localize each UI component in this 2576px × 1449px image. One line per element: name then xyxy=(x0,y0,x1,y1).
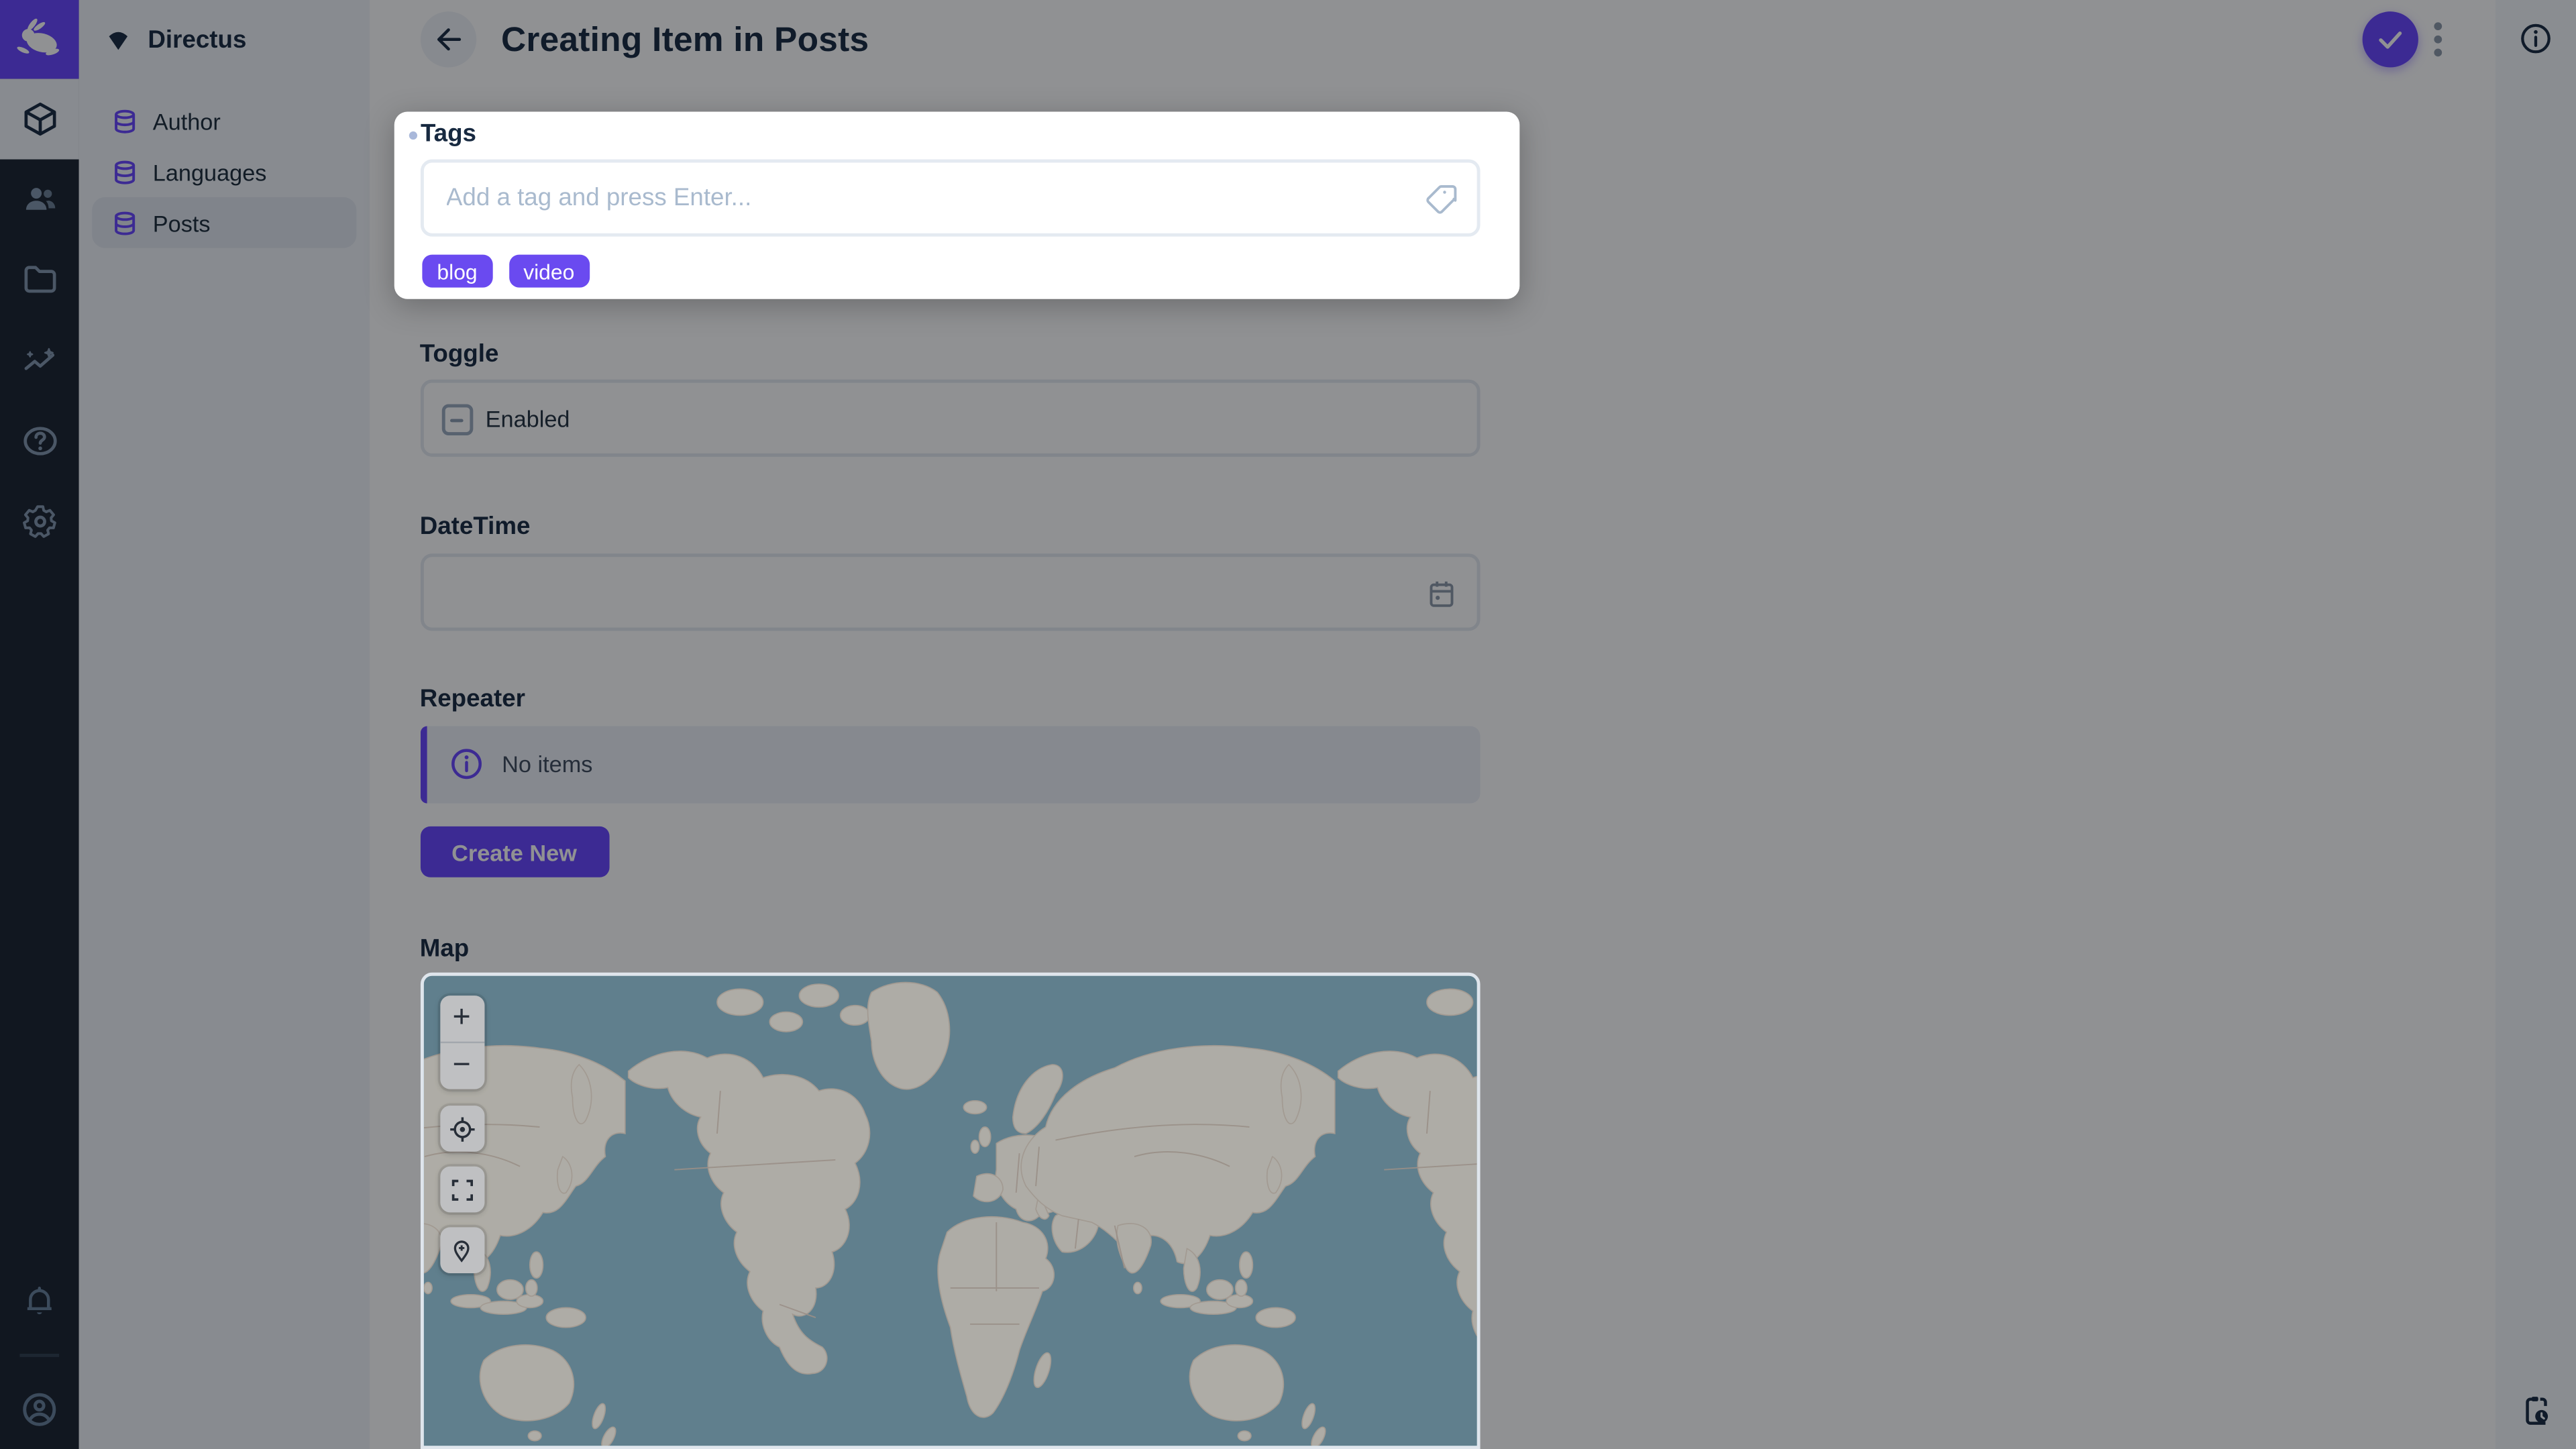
tag-icon xyxy=(1425,182,1458,215)
tag-chip[interactable]: video xyxy=(508,255,589,288)
marker-pin-icon xyxy=(449,1237,475,1263)
map-zoom-in-button[interactable]: + xyxy=(439,996,484,1042)
add-marker-button[interactable] xyxy=(439,1227,484,1273)
fullscreen-icon xyxy=(449,1177,474,1202)
map-zoom-controls: + − xyxy=(439,996,484,1089)
map-fullscreen-control xyxy=(439,1167,484,1213)
tags-field-label: Tags xyxy=(421,120,476,148)
geolocate-button[interactable] xyxy=(439,1106,484,1152)
tags-input[interactable] xyxy=(446,162,1399,233)
map-geolocate-control xyxy=(439,1106,484,1152)
tags-field-card: Tags blog video xyxy=(394,112,1520,299)
map-zoom-out-button[interactable]: − xyxy=(439,1043,484,1089)
geolocate-icon xyxy=(447,1115,476,1143)
map-add-marker-control xyxy=(439,1227,484,1273)
map-widget[interactable]: + − xyxy=(420,973,1480,1449)
required-indicator-dot xyxy=(409,131,417,140)
world-map-canvas[interactable] xyxy=(423,976,1480,1449)
tags-input-box xyxy=(420,160,1480,237)
fullscreen-button[interactable] xyxy=(439,1167,484,1213)
tag-chip[interactable]: blog xyxy=(422,255,492,288)
minus-icon: − xyxy=(453,1049,471,1081)
app-window: Creating Item in Posts Toggle Enabled Da… xyxy=(0,0,2576,1449)
plus-icon: + xyxy=(453,1002,471,1033)
